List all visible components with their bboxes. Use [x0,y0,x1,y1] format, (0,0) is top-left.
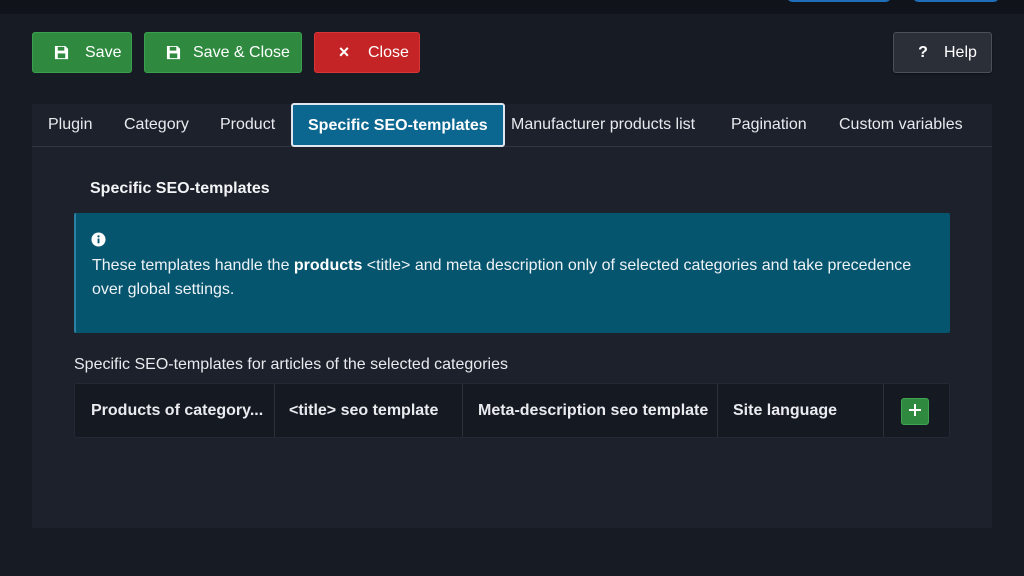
info-alert: These templates handle the products <tit… [74,213,950,333]
toolbar: Save Save & Close × Close ? Help [0,0,1024,90]
save-close-button[interactable]: Save & Close [144,32,302,73]
plus-icon [909,403,921,421]
tab-pagination[interactable]: Pagination [731,104,807,147]
tab-bar: Plugin Category Product Specific SEO-tem… [32,103,992,147]
save-label: Save [85,43,122,61]
save-button[interactable]: Save [32,32,132,73]
alert-text-bold: products [293,257,363,274]
tab-custom-variables[interactable]: Custom variables [839,104,963,147]
column-header-category: Products of category... [91,402,264,419]
save-icon [52,44,70,62]
save-icon [164,44,182,62]
column-header-meta-description: Meta-description seo template [478,402,709,419]
column-divider [883,384,884,437]
alert-text-before: These templates handle the [92,257,294,274]
help-button[interactable]: ? Help [893,32,992,73]
question-icon: ? [918,43,928,61]
settings-card: Plugin Category Product Specific SEO-tem… [32,103,992,528]
close-icon: × [338,42,350,62]
section-title: Specific SEO-templates [90,180,270,197]
column-header-site-language: Site language [733,402,838,419]
column-divider [717,384,718,437]
tab-category[interactable]: Category [124,104,189,147]
tab-specific-seo-templates[interactable]: Specific SEO-templates [291,103,505,147]
column-divider [274,384,275,437]
alert-text: These templates handle the products <tit… [92,254,922,302]
info-icon [91,232,107,248]
column-divider [462,384,463,437]
close-button[interactable]: × Close [314,32,420,73]
tab-product[interactable]: Product [220,104,275,147]
close-label: Close [368,43,409,61]
table-caption: Specific SEO-templates for articles of t… [74,356,508,373]
tab-plugin[interactable]: Plugin [48,104,92,147]
add-row-button[interactable] [901,398,929,425]
templates-table-header: Products of category... <title> seo temp… [74,383,950,438]
column-header-title-template: <title> seo template [289,402,439,419]
tab-manufacturer-products-list[interactable]: Manufacturer products list [511,104,695,147]
help-label: Help [944,43,977,61]
save-close-label: Save & Close [193,43,290,61]
